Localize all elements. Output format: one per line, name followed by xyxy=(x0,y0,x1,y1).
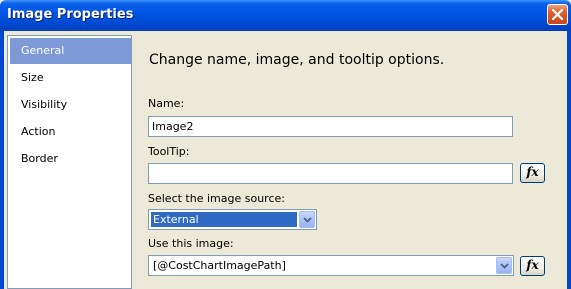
window-frame-left xyxy=(0,31,4,289)
close-icon xyxy=(552,9,563,20)
tooltip-label: ToolTip: xyxy=(148,145,190,158)
nav-item-action[interactable]: Action xyxy=(10,119,131,145)
window-frame-right xyxy=(567,31,571,289)
title-bar[interactable]: Image Properties xyxy=(0,0,571,31)
image-source-dropdown-button[interactable] xyxy=(299,211,315,228)
nav-item-border[interactable]: Border xyxy=(10,146,131,172)
name-field[interactable]: Image2 xyxy=(148,116,513,137)
tooltip-field[interactable] xyxy=(148,163,513,184)
image-path-value: [@CostChartImagePath] xyxy=(153,259,286,272)
chevron-down-icon xyxy=(302,216,312,223)
page-nav-list: General Size Visibility Action Border xyxy=(7,35,132,289)
image-source-label: Select the image source: xyxy=(148,192,285,205)
nav-item-size[interactable]: Size xyxy=(10,65,131,91)
page-heading: Change name, image, and tooltip options. xyxy=(149,52,445,68)
close-button[interactable] xyxy=(547,4,568,25)
nav-item-general[interactable]: General xyxy=(10,38,131,64)
name-label: Name: xyxy=(148,97,185,110)
chevron-down-icon xyxy=(499,262,509,269)
window-title: Image Properties xyxy=(7,7,134,22)
image-expression-button[interactable]: fx xyxy=(520,256,545,276)
image-path-dropdown-button[interactable] xyxy=(496,257,512,274)
tooltip-expression-button[interactable]: fx xyxy=(520,163,545,183)
use-image-label: Use this image: xyxy=(148,237,234,250)
image-source-select[interactable]: External xyxy=(148,209,317,230)
image-source-value: External xyxy=(151,212,297,227)
image-path-select[interactable]: [@CostChartImagePath] xyxy=(148,255,514,276)
nav-item-visibility[interactable]: Visibility xyxy=(10,92,131,118)
